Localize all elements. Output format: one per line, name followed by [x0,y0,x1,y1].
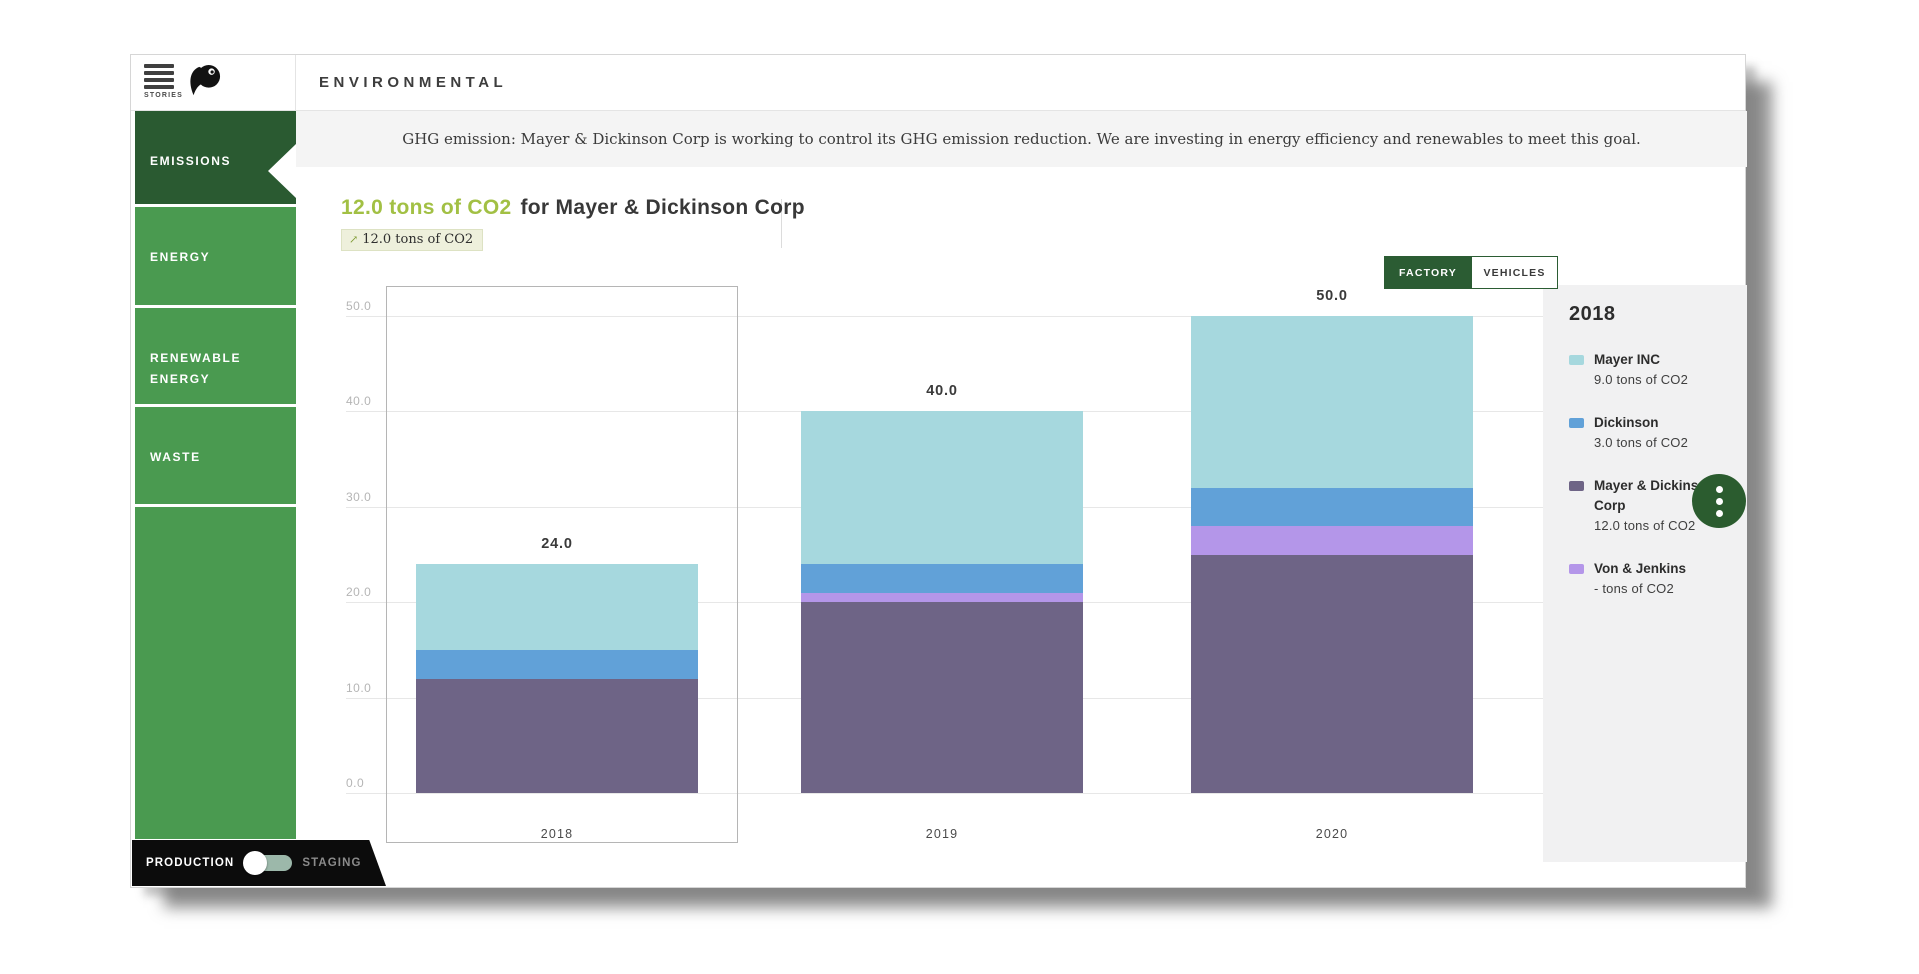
stories-label: STORIES [144,92,174,99]
legend-item: Von & Jenkins- tons of CO2 [1569,559,1747,599]
banner-text: GHG emission: Mayer & Dickinson Corp is … [402,130,1641,148]
legend-value: - tons of CO2 [1594,579,1719,599]
y-axis-tick-label: 30.0 [346,490,371,504]
legend-panel: 2018 Mayer INC9.0 tons of CO2 Dickinson3.… [1543,285,1747,862]
dot [1716,486,1723,493]
source-toggle-group: FACTORY VEHICLES [1384,256,1558,289]
headline-metric: 12.0 tons of CO2 [341,196,512,219]
bar-segment-dickinson[interactable] [1191,488,1473,526]
factory-button[interactable]: FACTORY [1385,257,1471,288]
bar-total-label: 40.0 [801,383,1083,399]
trend-up-arrow-icon: ↗ [349,233,358,246]
legend-name: Von & Jenkins- tons of CO2 [1594,559,1719,599]
more-options-button[interactable] [1692,474,1746,528]
legend-item: Dickinson3.0 tons of CO2 [1569,413,1747,453]
legend-swatch [1569,481,1584,491]
legend-value: 3.0 tons of CO2 [1594,433,1719,453]
toucan-logo-icon[interactable] [187,62,221,107]
header-bar: STORIES ENVIRONMENTAL [131,55,1745,111]
toggle-knob[interactable] [243,851,267,875]
brand-area: STORIES [131,55,296,111]
legend-title: 2018 [1569,303,1747,326]
headline-company: for Mayer & Dickinson Corp [521,196,805,219]
legend-name: Dickinson3.0 tons of CO2 [1594,413,1719,453]
sidebar-item-energy[interactable]: ENERGY [135,207,296,305]
production-label: PRODUCTION [146,857,234,869]
sidebar-item-emissions[interactable]: EMISSIONS [135,111,296,204]
bar-segment-von-jenkins[interactable] [801,593,1083,603]
sidebar-filler [135,507,296,839]
bar-segment-mayer-dickinson-corp[interactable] [801,602,1083,793]
environment-toggle[interactable] [246,855,292,871]
x-axis-label: 2019 [801,827,1083,841]
vehicles-button[interactable]: VEHICLES [1471,257,1557,288]
headline: 12.0 tons of CO2 for Mayer & Dickinson Co… [341,196,805,220]
x-axis-label: 2020 [1191,827,1473,841]
bar-segment-von-jenkins[interactable] [1191,526,1473,555]
sidebar-item-waste[interactable]: WASTE [135,407,296,504]
sidebar-item-renewable-energy[interactable]: RENEWABLE ENERGY [135,308,296,404]
dot [1716,510,1723,517]
y-axis-tick-label: 20.0 [346,585,371,599]
page-title: ENVIRONMENTAL [319,55,507,111]
active-notch [268,144,296,198]
environment-switch-bar: PRODUCTION STAGING [132,840,386,886]
bar-total-label: 50.0 [1191,288,1473,304]
staging-label: STAGING [302,857,361,869]
y-axis-tick-label: 50.0 [346,299,371,313]
description-banner: GHG emission: Mayer & Dickinson Corp is … [296,111,1747,167]
bar-segment-dickinson[interactable] [801,564,1083,593]
y-axis-tick-label: 0.0 [346,776,364,790]
bar-2020[interactable] [1191,316,1473,793]
legend-swatch [1569,355,1584,365]
legend-value: 9.0 tons of CO2 [1594,370,1719,390]
bar-segment-mayer-inc[interactable] [1191,316,1473,488]
hamburger-menu-icon[interactable]: STORIES [144,64,174,99]
stacked-bar-chart: 50.040.030.020.010.00.024.0201840.020195… [131,55,1745,887]
app-window: STORIES ENVIRONMENTAL EMISSIONS ENERGY R… [130,54,1746,888]
bar-segment-mayer-inc[interactable] [801,411,1083,564]
bar-segment-mayer-dickinson-corp[interactable] [1191,555,1473,794]
legend-swatch [1569,418,1584,428]
sidebar: EMISSIONS ENERGY RENEWABLE ENERGY WASTE [131,111,296,887]
selected-year-box [386,286,738,843]
y-axis-tick-label: 40.0 [346,394,371,408]
legend-item: Mayer INC9.0 tons of CO2 [1569,350,1747,390]
metric-badge[interactable]: ↗ 12.0 tons of CO2 [341,229,483,251]
legend-swatch [1569,564,1584,574]
metric-badge-text: 12.0 tons of CO2 [362,232,473,247]
y-axis-tick-label: 10.0 [346,681,371,695]
dot [1716,498,1723,505]
legend-name: Mayer INC9.0 tons of CO2 [1594,350,1719,390]
